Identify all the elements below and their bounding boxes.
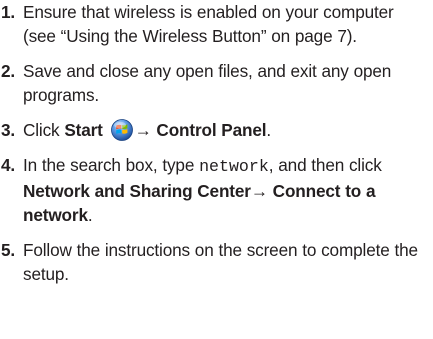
- step-list: 1 Ensure that wireless is enabled on you…: [0, 0, 425, 286]
- step-number: 3: [1, 118, 15, 142]
- step-number: 5: [1, 238, 15, 262]
- step-2: 2 Save and close any open files, and exi…: [0, 59, 425, 107]
- start-label: Start: [64, 120, 103, 140]
- control-panel-label: → Control Panel: [134, 120, 267, 140]
- network-path-label: Network and Sharing Center→ Connect to a…: [23, 181, 376, 225]
- step-number: 2: [1, 59, 15, 83]
- step-number: 4: [1, 153, 15, 177]
- step-number: 1: [1, 0, 15, 24]
- step-5: 5 Follow the instructions on the screen …: [0, 238, 425, 286]
- step-3: 3 Click Start: [0, 118, 425, 142]
- instruction-page: 1 Ensure that wireless is enabled on you…: [0, 0, 433, 339]
- typed-command: network: [199, 157, 269, 176]
- step-4: 4 In the search box, type network, and t…: [0, 153, 425, 227]
- step-text: Save and close any open files, and exit …: [23, 61, 392, 105]
- step-text: Ensure that wireless is enabled on your …: [23, 2, 394, 46]
- step-1: 1 Ensure that wireless is enabled on you…: [0, 0, 425, 48]
- step-text: Follow the instructions on the screen to…: [23, 240, 418, 284]
- step-text-end: .: [87, 205, 93, 225]
- step-text-end: .: [266, 120, 272, 140]
- step-text-middle: , and then click: [268, 155, 382, 175]
- windows-start-orb-icon: [110, 119, 133, 141]
- step-text: In the search box, type: [23, 155, 200, 175]
- step-text: Click: [23, 120, 65, 140]
